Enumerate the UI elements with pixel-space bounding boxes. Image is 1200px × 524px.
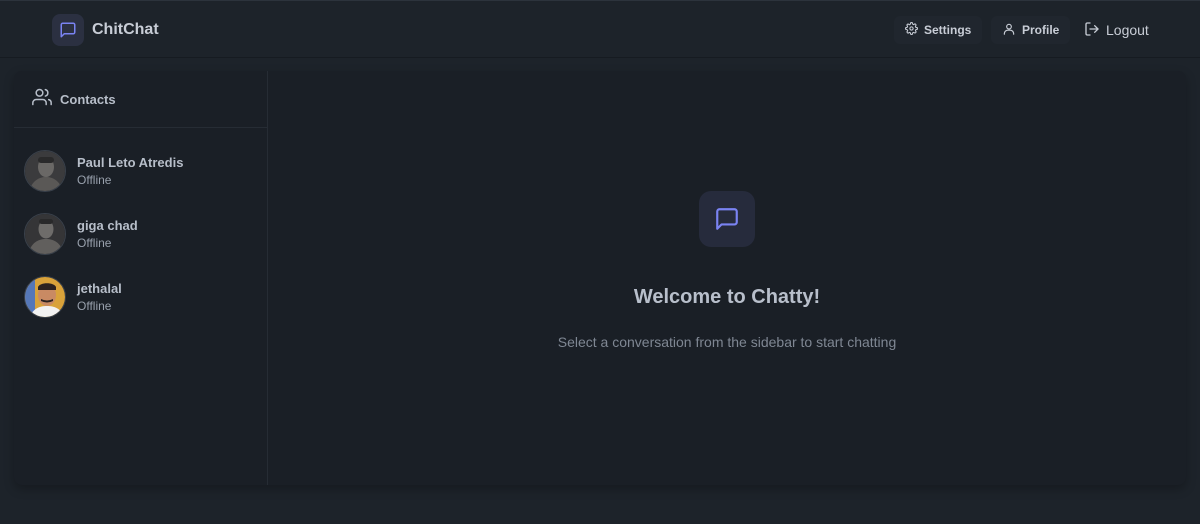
profile-button[interactable]: Profile <box>991 16 1071 44</box>
welcome-subtitle: Select a conversation from the sidebar t… <box>557 334 897 350</box>
contact-name: Paul Leto Atredis <box>77 155 184 170</box>
contact-status: Offline <box>77 299 112 313</box>
contact-status: Offline <box>77 173 112 187</box>
contact-item[interactable]: jethalal Offline <box>24 276 254 318</box>
user-icon <box>1002 22 1016 39</box>
app-name: ChitChat <box>92 20 159 38</box>
top-navbar: ChitChat Settings Profile Logout <box>0 0 1200 58</box>
users-icon <box>32 87 52 112</box>
contact-name: giga chad <box>77 218 138 233</box>
message-square-icon <box>52 13 84 46</box>
sidebar-header: Contacts <box>14 71 267 128</box>
avatar <box>24 150 66 192</box>
profile-label: Profile <box>1022 23 1060 37</box>
brand-link[interactable]: ChitChat <box>52 13 159 46</box>
chat-panel: Contacts Paul Leto Atredis Offline giga … <box>14 71 1186 485</box>
gear-icon <box>905 22 918 38</box>
contact-item[interactable]: giga chad Offline <box>24 213 254 255</box>
sidebar-title: Contacts <box>60 91 116 107</box>
contact-name: jethalal <box>77 281 122 296</box>
settings-label: Settings <box>924 23 972 37</box>
sidebar: Contacts Paul Leto Atredis Offline giga … <box>14 71 268 485</box>
logout-button[interactable]: Logout <box>1073 16 1160 44</box>
contact-item[interactable]: Paul Leto Atredis Offline <box>24 150 254 192</box>
avatar <box>24 213 66 255</box>
contact-status: Offline <box>77 236 112 250</box>
avatar <box>24 276 66 318</box>
message-square-icon <box>699 191 755 247</box>
logout-icon <box>1084 21 1100 40</box>
welcome-title: Welcome to Chatty! <box>633 286 821 308</box>
logout-label: Logout <box>1106 22 1149 38</box>
settings-button[interactable]: Settings <box>894 16 983 44</box>
